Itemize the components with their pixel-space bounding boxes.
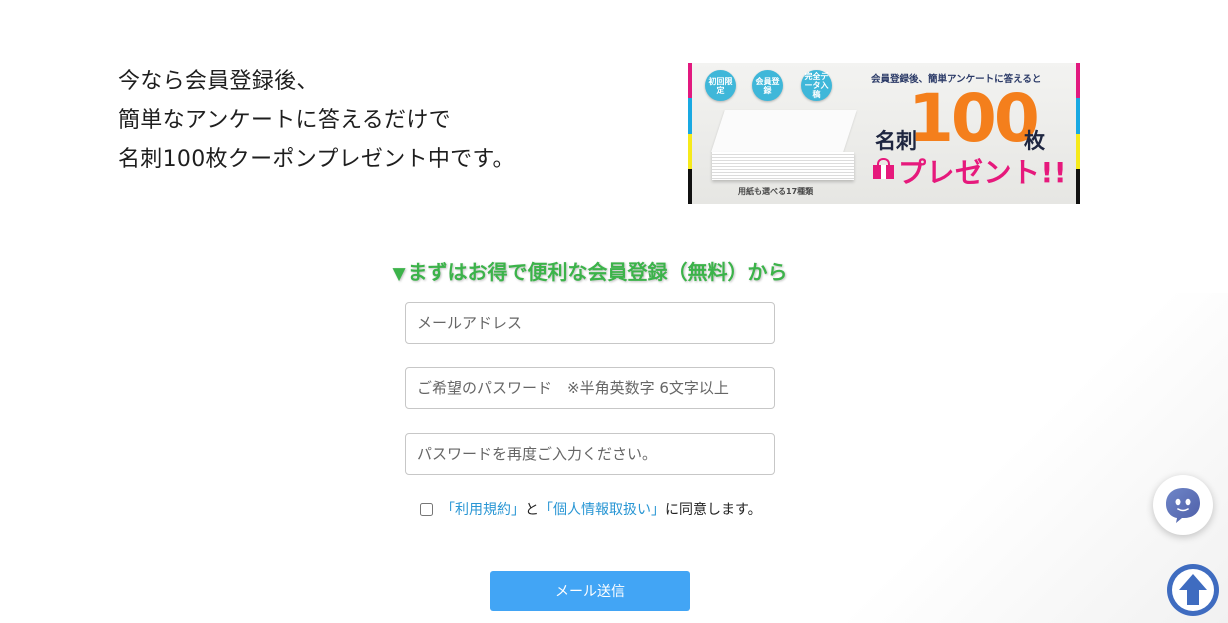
triangle-down-icon: ▼: [392, 264, 406, 284]
agree-checkbox[interactable]: [420, 502, 433, 516]
privacy-link[interactable]: 「個人情報取扱い」: [539, 499, 665, 519]
arrow-up-icon: [1167, 564, 1219, 616]
password-field[interactable]: [405, 367, 775, 409]
scroll-top-button[interactable]: [1166, 563, 1220, 617]
intro-line: 今なら会員登録後、: [118, 69, 319, 94]
password-confirm-field[interactable]: [405, 433, 775, 475]
badge-first-time: 初回限定: [705, 70, 736, 101]
registration-heading-text: まずはお得で便利な会員登録（無料）から: [407, 260, 788, 284]
intro-line: 名刺100枚クーポンプレゼント中です。: [118, 147, 515, 172]
agree-row: 「利用規約」 と 「個人情報取扱い」 に同意します。: [418, 499, 762, 519]
intro-text: 今なら会員登録後、 簡単なアンケートに答えるだけで 名刺100枚クーポンプレゼン…: [118, 62, 598, 179]
agree-connector: と: [525, 502, 539, 518]
cmyk-stripe-right: [1076, 63, 1080, 204]
cmyk-stripe-left: [688, 63, 692, 204]
send-mail-button[interactable]: メール送信: [490, 571, 690, 611]
banner-count: 100: [908, 80, 1040, 157]
chat-bot-icon: [1166, 488, 1200, 523]
agree-suffix: に同意します。: [665, 502, 762, 518]
chat-widget-button[interactable]: [1153, 475, 1213, 535]
banner-present: プレゼント!!: [898, 156, 1068, 189]
badge-member-registration: 会員登録: [752, 70, 783, 101]
business-cards-image: [711, 110, 857, 182]
terms-link[interactable]: 「利用規約」: [441, 499, 525, 519]
paper-note: 用紙も選べる17種類: [738, 187, 814, 196]
gift-icon: [872, 158, 895, 179]
badge-complete-data: 完全データ入稿: [801, 70, 832, 101]
campaign-banner: 初回限定 会員登録 完全データ入稿 会員登録後、簡単アンケートに答えると 用紙も…: [688, 63, 1080, 204]
intro-line: 簡単なアンケートに答えるだけで: [118, 108, 451, 133]
email-field[interactable]: [405, 302, 775, 344]
registration-heading: ▼ まずはお得で便利な会員登録（無料）から: [0, 256, 1180, 285]
